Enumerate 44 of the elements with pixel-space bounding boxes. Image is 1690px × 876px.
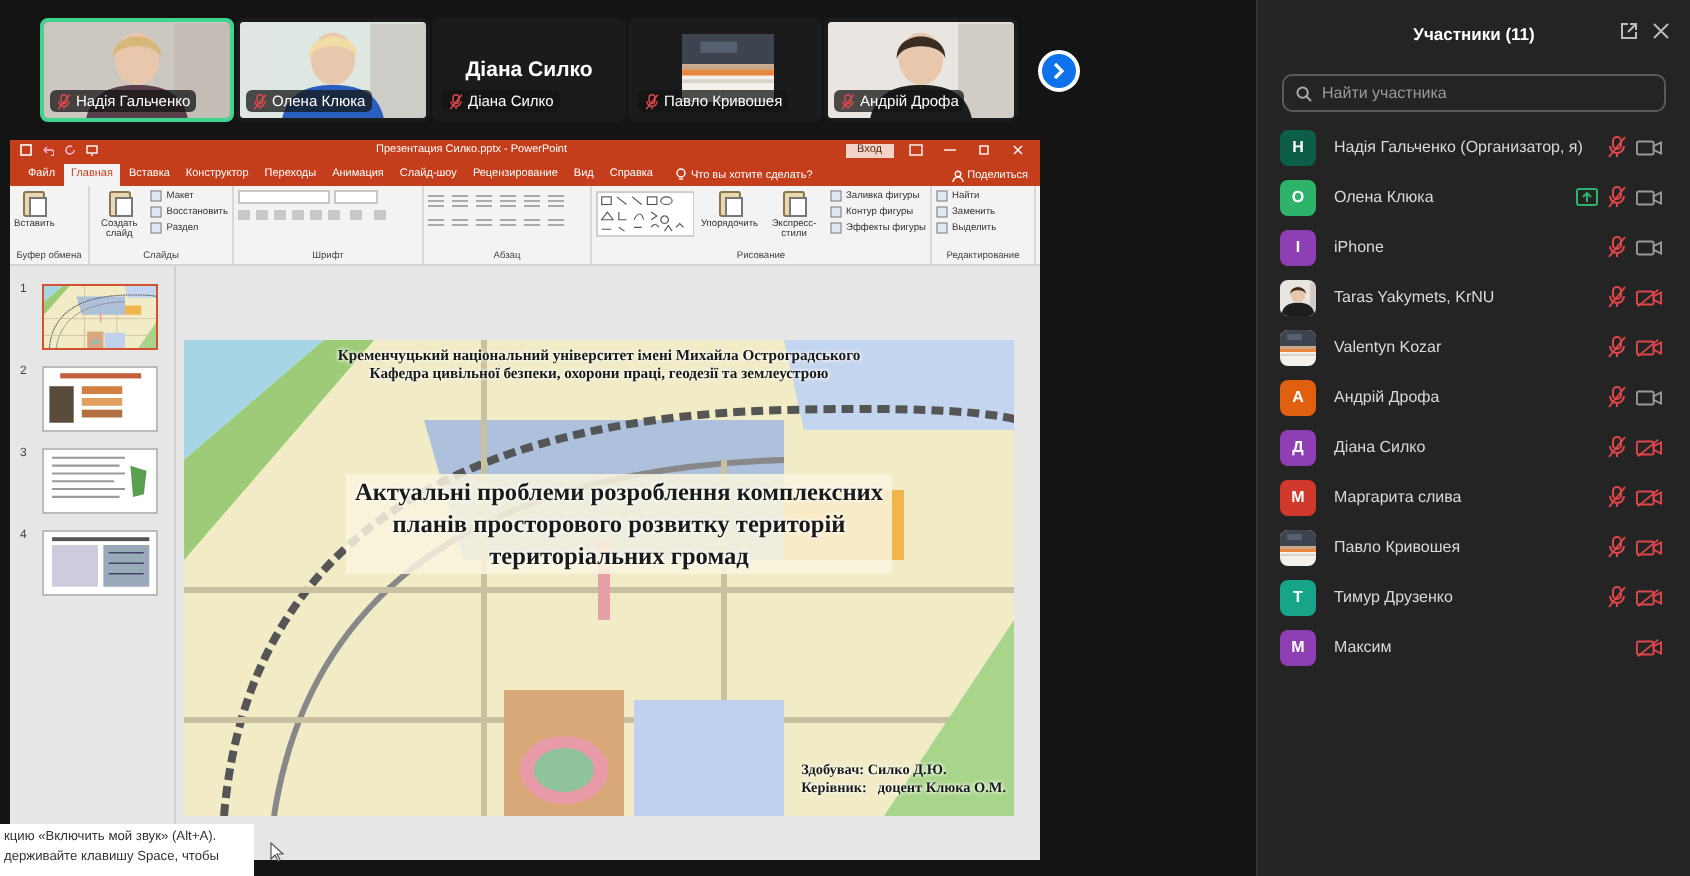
lightbulb-icon xyxy=(676,168,687,182)
avatar: М xyxy=(1280,629,1316,665)
participant-name: Taras Yakymets, KrNU xyxy=(1334,288,1497,306)
avatar: Д xyxy=(1280,429,1316,465)
ribbon-options-icon[interactable] xyxy=(904,144,928,156)
shapes-gallery[interactable] xyxy=(596,190,695,238)
search-icon xyxy=(1296,86,1312,102)
slideshow-icon[interactable] xyxy=(86,144,98,156)
person-icon xyxy=(951,169,964,181)
font-size-field[interactable] xyxy=(334,190,378,204)
avatar: Н xyxy=(1280,129,1316,165)
avatar: О xyxy=(1280,179,1316,215)
undo-icon[interactable] xyxy=(42,144,54,156)
participant-name: Маргарита слива xyxy=(1334,488,1464,506)
slide-thumbnail[interactable] xyxy=(42,366,158,432)
participant-name: iPhone xyxy=(1334,238,1386,256)
slide-title: Актуальні проблеми розроблення комплексних планів просторового розвитку територій територіальних громад xyxy=(346,474,892,574)
avatar: А xyxy=(1280,379,1316,415)
participant-name: Олена Клюка xyxy=(1334,188,1436,206)
save-icon[interactable] xyxy=(20,144,32,156)
redo-icon[interactable] xyxy=(64,144,76,156)
cursor-icon xyxy=(270,842,284,862)
font-name-field[interactable] xyxy=(238,190,330,204)
participant-name: Valentyn Kozar xyxy=(1334,338,1444,356)
slide-thumbnail[interactable] xyxy=(42,284,158,350)
participant-name: Максим xyxy=(1334,638,1394,656)
avatar: I xyxy=(1280,229,1316,265)
next-button[interactable] xyxy=(1038,49,1080,91)
slide-thumbnail[interactable] xyxy=(42,448,158,514)
avatar: Т xyxy=(1280,579,1316,615)
participant-name: Тимур Друзенко xyxy=(1334,588,1455,606)
participant-name: Діана Силко xyxy=(1334,438,1428,456)
pop-out-icon[interactable] xyxy=(1620,22,1638,40)
panel-title: Участники (11) xyxy=(1413,23,1535,43)
participant-name: Павло Кривошея xyxy=(1334,538,1463,556)
search-field[interactable]: Найти участника xyxy=(1282,74,1666,112)
display-name: Діана Силко xyxy=(463,58,595,82)
chevron-right-icon xyxy=(1052,61,1066,79)
minimize-icon[interactable] xyxy=(938,144,962,156)
participant-name: Андрій Дрофа xyxy=(1334,388,1442,406)
slide-thumbnail[interactable] xyxy=(42,530,158,596)
close-icon[interactable] xyxy=(1652,22,1670,40)
participant-name: Надія Гальченко (Организатор, я) xyxy=(1334,138,1585,156)
avatar: М xyxy=(1280,479,1316,515)
